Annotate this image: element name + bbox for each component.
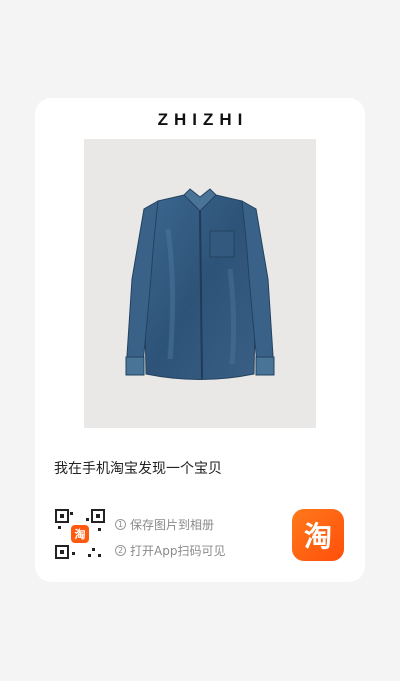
- instructions: 1 保存图片到相册 2 打开App扫码可见: [115, 514, 225, 566]
- taobao-app-icon[interactable]: 淘: [292, 509, 344, 561]
- step-save: 1 保存图片到相册: [115, 514, 225, 534]
- qr-code[interactable]: 淘: [54, 508, 106, 560]
- share-card: ZHIZHI 我在手机淘宝发现一个宝贝 淘 1 保存图片到相册 2 打开App扫…: [35, 98, 365, 582]
- taobao-logo-icon: 淘: [71, 525, 89, 543]
- denim-shirt-image: [125, 188, 275, 380]
- brand-name: ZHIZHI: [157, 110, 249, 129]
- step-number: 2: [115, 544, 126, 556]
- step-text: 打开App扫码可见: [130, 543, 226, 558]
- step-text: 保存图片到相册: [130, 517, 215, 532]
- product-image: [84, 139, 316, 428]
- step-scan: 2 打开App扫码可见: [115, 540, 225, 560]
- share-caption: 我在手机淘宝发现一个宝贝: [54, 461, 222, 477]
- step-number: 1: [115, 518, 126, 530]
